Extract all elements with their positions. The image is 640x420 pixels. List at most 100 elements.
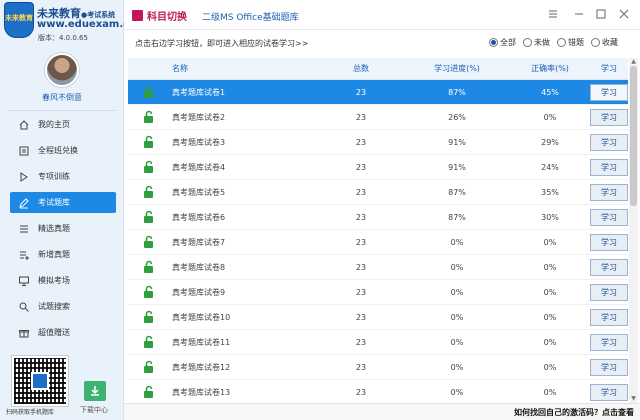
scroll-up-icon[interactable]: ▲ bbox=[629, 58, 638, 66]
table-row[interactable]: 真考题库试卷9 23 0% 0% 学习 bbox=[128, 280, 628, 305]
current-subject: 二级MS Office基础题库 bbox=[202, 13, 299, 23]
avatar[interactable] bbox=[45, 53, 79, 87]
unlock-icon bbox=[128, 85, 170, 99]
monitor-icon bbox=[18, 275, 30, 287]
paper-progress: 87% bbox=[448, 212, 466, 222]
sidebar-item-2[interactable]: 全程班兑换 bbox=[10, 140, 116, 161]
paper-total: 23 bbox=[355, 287, 367, 297]
subject-switch-button[interactable]: 科目切换 bbox=[132, 8, 187, 23]
table-scrollbar[interactable]: ▲ ▼ bbox=[629, 58, 638, 403]
paper-name: 真考题库试卷1 bbox=[172, 87, 226, 97]
scroll-thumb[interactable] bbox=[630, 66, 637, 206]
unlock-icon bbox=[128, 285, 170, 299]
app-logo: 未来教育 bbox=[4, 2, 34, 38]
unlock-icon bbox=[128, 185, 170, 199]
paper-name: 真考题库试卷8 bbox=[172, 262, 226, 272]
study-button[interactable]: 学习 bbox=[590, 308, 628, 326]
scroll-down-icon[interactable]: ▼ bbox=[629, 395, 638, 403]
study-button[interactable]: 学习 bbox=[590, 133, 628, 151]
status-bar: 如何找回自己的激活码？点击查看 bbox=[124, 403, 640, 420]
study-button[interactable]: 学习 bbox=[590, 108, 628, 126]
paper-progress: 0% bbox=[450, 287, 464, 297]
radio-dot[interactable] bbox=[489, 38, 498, 47]
table-row[interactable]: 真考题库试卷8 23 0% 0% 学习 bbox=[128, 255, 628, 280]
paper-name: 真考题库试卷12 bbox=[172, 362, 231, 372]
study-button[interactable]: 学习 bbox=[590, 158, 628, 176]
paper-progress: 0% bbox=[450, 312, 464, 322]
sidebar-item-label: 全程班兑换 bbox=[38, 146, 78, 155]
sidebar-item-9[interactable]: 超值赠送 bbox=[10, 322, 116, 343]
filter-group: 全部 未做 错题 收藏 bbox=[489, 37, 625, 48]
sidebar-item-1[interactable]: 我的主页 bbox=[10, 114, 116, 135]
table-row[interactable]: 真考题库试卷12 23 0% 0% 学习 bbox=[128, 355, 628, 380]
top-bar: 科目切换 二级MS Office基础题库 bbox=[124, 0, 640, 30]
table-row[interactable]: 真考题库试卷4 23 91% 24% 学习 bbox=[128, 155, 628, 180]
table-row[interactable]: 真考题库试卷2 23 26% 0% 学习 bbox=[128, 105, 628, 130]
study-button[interactable]: 学习 bbox=[590, 283, 628, 301]
study-button[interactable]: 学习 bbox=[590, 183, 628, 201]
table-row[interactable]: 真考题库试卷10 23 0% 0% 学习 bbox=[128, 305, 628, 330]
paper-progress: 91% bbox=[448, 162, 466, 172]
paper-progress: 87% bbox=[448, 87, 466, 97]
filter-radio-4[interactable]: 收藏 bbox=[591, 37, 618, 48]
activation-help-link[interactable]: 如何找回自己的激活码？点击查看 bbox=[514, 407, 634, 418]
paper-progress: 87% bbox=[448, 187, 466, 197]
paper-table: 名称 总数 学习进度(%) 正确率(%) 学习 真考题库试卷1 23 87% 45% 学… bbox=[128, 58, 628, 403]
filter-label: 错题 bbox=[568, 38, 584, 47]
header-progress: 学习进度(%) bbox=[434, 64, 480, 73]
radio-dot[interactable] bbox=[591, 38, 600, 47]
unlock-icon bbox=[128, 260, 170, 274]
sidebar-item-7[interactable]: 模拟考场 bbox=[10, 270, 116, 291]
sidebar-item-3[interactable]: 专项训练 bbox=[10, 166, 116, 187]
minimize-icon[interactable] bbox=[571, 6, 587, 22]
table-row[interactable]: 真考题库试卷1 23 87% 45% 学习 bbox=[128, 80, 628, 105]
sidebar-item-5[interactable]: 精选真题 bbox=[10, 218, 116, 239]
study-button[interactable]: 学习 bbox=[590, 83, 628, 101]
unlock-icon bbox=[128, 310, 170, 324]
radio-dot[interactable] bbox=[557, 38, 566, 47]
table-row[interactable]: 真考题库试卷6 23 87% 30% 学习 bbox=[128, 205, 628, 230]
close-icon[interactable] bbox=[616, 6, 632, 22]
paper-accuracy: 29% bbox=[541, 137, 559, 147]
paper-accuracy: 0% bbox=[543, 287, 557, 297]
table-row[interactable]: 真考题库试卷5 23 87% 35% 学习 bbox=[128, 180, 628, 205]
menu-icon[interactable] bbox=[545, 6, 561, 22]
table-row[interactable]: 真考题库试卷11 23 0% 0% 学习 bbox=[128, 330, 628, 355]
sidebar-item-8[interactable]: 试题搜索 bbox=[10, 296, 116, 317]
study-button[interactable]: 学习 bbox=[590, 208, 628, 226]
filter-radio-1[interactable]: 全部 bbox=[489, 37, 516, 48]
paper-name: 真考题库试卷2 bbox=[172, 112, 226, 122]
table-row[interactable]: 真考题库试卷7 23 0% 0% 学习 bbox=[128, 230, 628, 255]
sidebar-item-6[interactable]: 新增真题 bbox=[10, 244, 116, 265]
paper-accuracy: 30% bbox=[541, 212, 559, 222]
filter-radio-3[interactable]: 错题 bbox=[557, 37, 584, 48]
table-row[interactable]: 真考题库试卷13 23 0% 0% 学习 bbox=[128, 380, 628, 403]
study-button[interactable]: 学习 bbox=[590, 333, 628, 351]
study-button[interactable]: 学习 bbox=[590, 258, 628, 276]
study-button[interactable]: 学习 bbox=[590, 233, 628, 251]
instruction-text: 点击右边学习按钮，即可进入相应的试卷学习>> bbox=[135, 39, 309, 48]
paper-name: 真考题库试卷5 bbox=[172, 187, 226, 197]
exchange-icon bbox=[18, 145, 30, 157]
username[interactable]: 春风不倒意 bbox=[0, 92, 124, 103]
play-icon bbox=[18, 171, 30, 183]
unlock-icon bbox=[128, 135, 170, 149]
table-header: 名称 总数 学习进度(%) 正确率(%) 学习 bbox=[128, 58, 628, 80]
pen-icon bbox=[18, 197, 30, 209]
download-button[interactable] bbox=[84, 381, 106, 401]
study-button[interactable]: 学习 bbox=[590, 383, 628, 401]
radio-dot[interactable] bbox=[523, 38, 532, 47]
maximize-icon[interactable] bbox=[593, 6, 609, 22]
paper-name: 真考题库试卷9 bbox=[172, 287, 226, 297]
paper-total: 23 bbox=[355, 112, 367, 122]
table-row[interactable]: 真考题库试卷3 23 91% 29% 学习 bbox=[128, 130, 628, 155]
sidebar-item-4[interactable]: 考试题库 bbox=[10, 192, 116, 213]
paper-accuracy: 0% bbox=[543, 362, 557, 372]
study-button[interactable]: 学习 bbox=[590, 358, 628, 376]
paper-progress: 0% bbox=[450, 337, 464, 347]
download-center-label[interactable]: 下载中心 bbox=[80, 405, 108, 415]
paper-total: 23 bbox=[355, 262, 367, 272]
header-action: 学习 bbox=[601, 64, 617, 73]
paper-total: 23 bbox=[355, 337, 367, 347]
filter-radio-2[interactable]: 未做 bbox=[523, 37, 550, 48]
